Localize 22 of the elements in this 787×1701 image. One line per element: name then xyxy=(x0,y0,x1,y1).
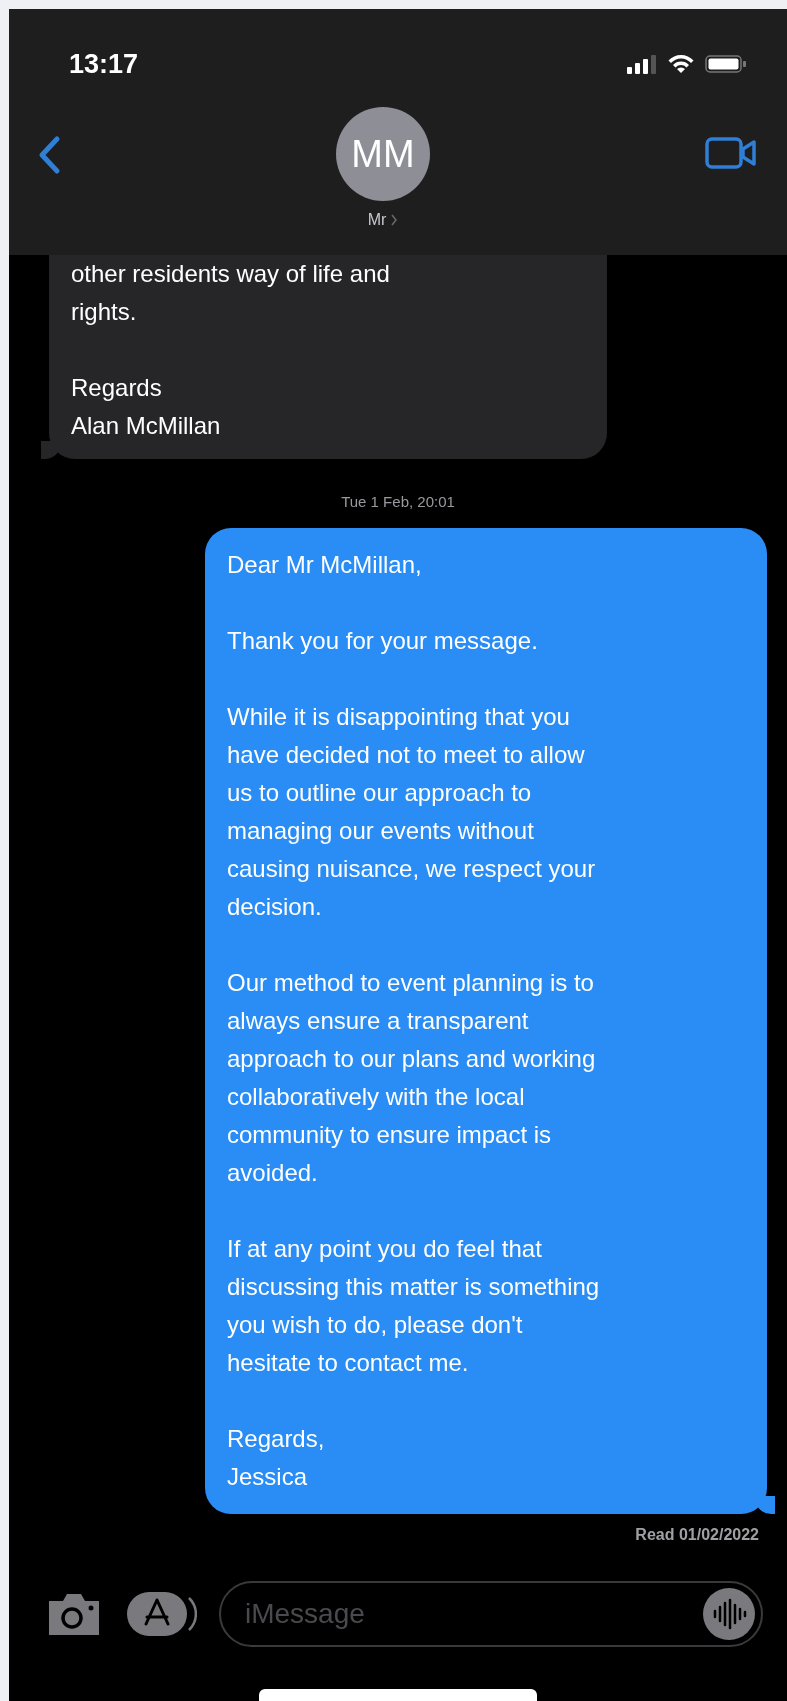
read-receipt: Read 01/02/2022 xyxy=(635,1526,759,1544)
audio-waveform-icon[interactable] xyxy=(703,1588,755,1640)
message-text: Thank you for your message. xyxy=(227,626,539,656)
chevron-icon xyxy=(390,214,399,226)
message-text: Our method to event planning is to always ensure a transparent approach to our plans and working collaboratively with the local community to ensure impact is avoided. xyxy=(227,968,597,1188)
message-timestamp: Tue 1 Feb, 20:01 xyxy=(341,493,455,510)
message-text: While it is disappointing that you have decided not to meet to allow us to outline our approach to managing our events without causing nuisance, we respect your decision. xyxy=(227,702,597,922)
wifi-icon xyxy=(667,54,695,74)
back-button[interactable] xyxy=(37,135,61,175)
app-store-icon[interactable] xyxy=(125,1590,197,1638)
message-text: Regards, Jessica xyxy=(227,1424,326,1492)
signal-icon xyxy=(627,54,657,74)
message-text: Regards Alan McMillan xyxy=(71,373,222,441)
message-input-field[interactable]: iMessage xyxy=(219,1581,763,1647)
contact-name-link[interactable]: Mr xyxy=(367,211,399,229)
status-time: 13:17 xyxy=(69,48,139,80)
message-text-input[interactable]: iMessage xyxy=(243,1597,703,1631)
message-text: other residents way of life and rights. xyxy=(71,259,391,327)
message-text: Dear Mr McMillan, xyxy=(227,550,423,580)
message-text: If at any point you do feel that discussing this matter is something you wish to do, please don't hesitate to contact me. xyxy=(227,1234,601,1378)
battery-icon xyxy=(705,54,747,74)
video-call-button[interactable] xyxy=(705,135,757,171)
